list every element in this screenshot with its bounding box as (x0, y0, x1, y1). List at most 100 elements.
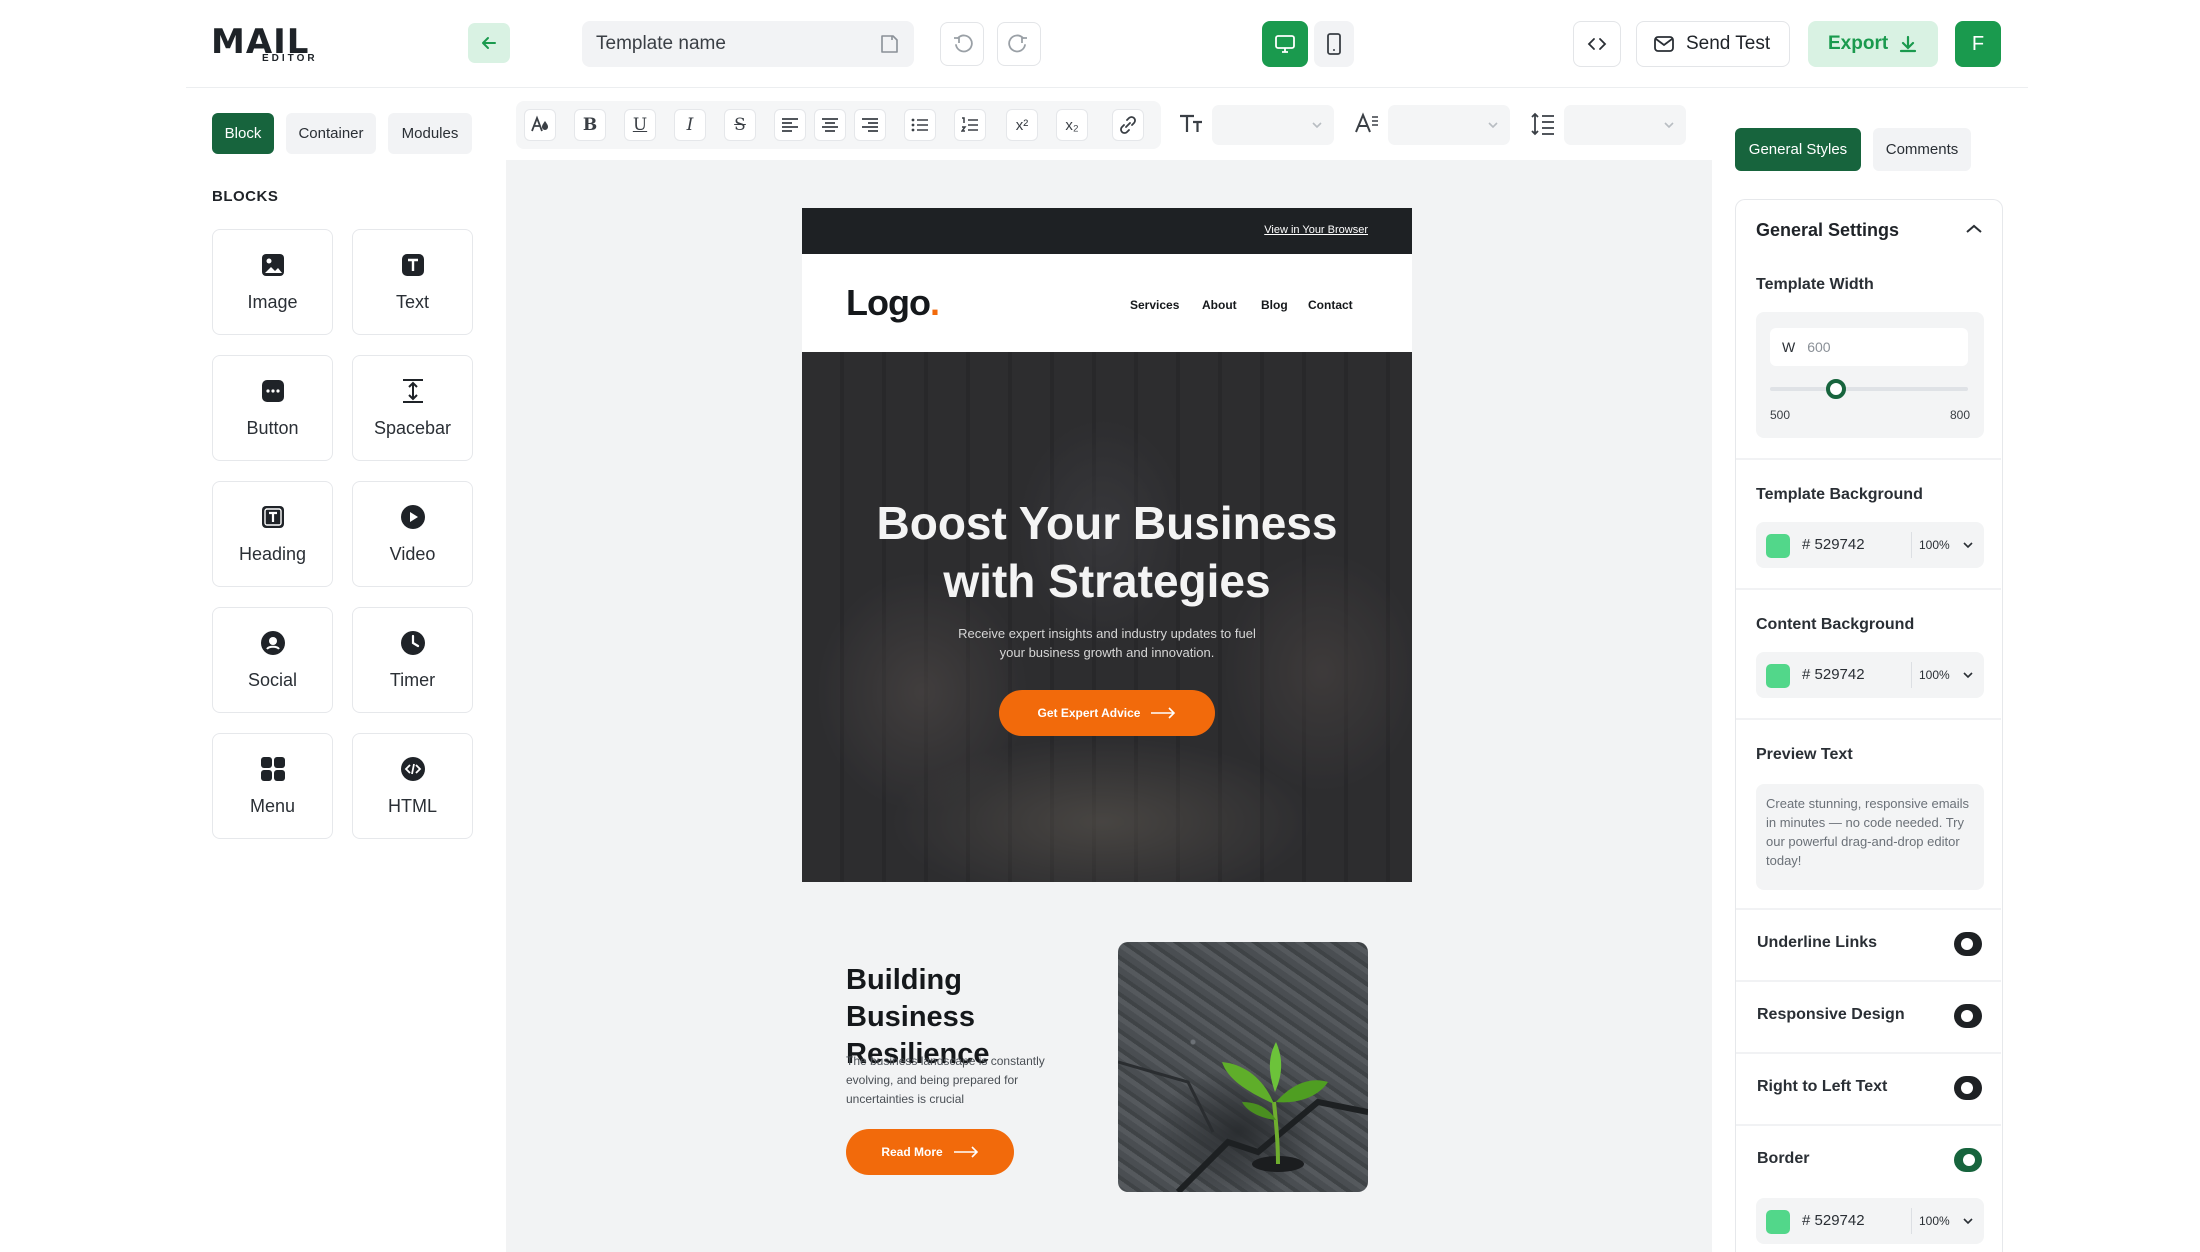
block-video[interactable]: Video (352, 481, 473, 587)
align-right-button[interactable] (854, 109, 886, 141)
email-preview[interactable]: View in Your Browser Logo. Services Abou… (802, 208, 1412, 1252)
underline-button[interactable]: U (624, 109, 656, 141)
chevron-down-icon[interactable] (1962, 1216, 1974, 1226)
align-left-icon (782, 118, 798, 132)
app-logo: MAIL EDITOR (211, 25, 323, 64)
back-button[interactable] (468, 23, 510, 63)
block-heading[interactable]: Heading (212, 481, 333, 587)
italic-button[interactable]: I (674, 109, 706, 141)
template-name-input[interactable] (596, 21, 866, 67)
block-social[interactable]: Social (212, 607, 333, 713)
code-view-button[interactable] (1573, 21, 1621, 67)
border-toggle[interactable] (1954, 1148, 1982, 1172)
hero-title-line2: with Strategies (943, 555, 1271, 607)
width-slider-knob[interactable] (1826, 379, 1846, 399)
align-center-button[interactable] (814, 109, 846, 141)
hero-title-line1: Boost Your Business (876, 497, 1338, 549)
template-background-color-picker[interactable]: # 529742 100% (1756, 522, 1984, 568)
desktop-view-button[interactable] (1262, 21, 1308, 67)
block-label: Video (389, 544, 436, 564)
width-slider[interactable] (1770, 379, 1968, 399)
block-text[interactable]: Text (352, 229, 473, 335)
align-left-button[interactable] (774, 109, 806, 141)
block-html[interactable]: HTML (352, 733, 473, 839)
user-avatar[interactable]: F (1955, 21, 2001, 67)
right-to-left-toggle[interactable] (1954, 1076, 1982, 1100)
preview-text-field[interactable]: Create stunning, responsive emails in mi… (1756, 784, 1984, 890)
width-input[interactable]: W 600 (1770, 328, 1968, 366)
email-nav-services[interactable]: Services (1130, 298, 1179, 312)
content-background-label: Content Background (1756, 616, 1915, 633)
color-swatch[interactable] (1766, 664, 1790, 688)
heading-icon (261, 506, 284, 528)
block-spacebar[interactable]: Spacebar (352, 355, 473, 461)
border-row: Border (1736, 1126, 2001, 1196)
tab-comments[interactable]: Comments (1873, 128, 1971, 171)
video-icon (400, 505, 425, 529)
hero-title: Boost Your Business with Strategies (802, 494, 1412, 610)
hero-cta-button[interactable]: Get Expert Advice (999, 690, 1215, 736)
color-swatch[interactable] (1766, 534, 1790, 558)
font-size-select[interactable] (1212, 105, 1334, 145)
tab-modules[interactable]: Modules (388, 113, 472, 154)
save-icon[interactable] (878, 33, 900, 55)
mail-icon (1654, 36, 1674, 52)
color-hex-value: # 529742 (1802, 666, 1865, 683)
strikethrough-button[interactable]: S (724, 109, 756, 141)
subscript-button[interactable]: x₂ (1056, 109, 1088, 141)
line-height-select[interactable] (1564, 105, 1686, 145)
border-color-picker[interactable]: # 529742 100% (1756, 1198, 1984, 1244)
slider-min-label: 500 (1770, 408, 1791, 422)
arrow-right-icon (1151, 707, 1176, 719)
align-center-icon (822, 118, 838, 132)
bold-button[interactable]: B (574, 109, 606, 141)
export-button[interactable]: Export (1808, 21, 1938, 67)
numbered-list-button[interactable] (954, 109, 986, 141)
panel-title: General Settings (1756, 220, 1900, 240)
divider (1911, 532, 1912, 558)
block-image[interactable]: Image (212, 229, 333, 335)
responsive-design-toggle[interactable] (1954, 1004, 1982, 1028)
blocks-section-title: BLOCKS (212, 188, 279, 205)
redo-button[interactable] (997, 22, 1041, 66)
text-icon (401, 254, 424, 276)
view-in-browser-link[interactable]: View in Your Browser (1264, 224, 1368, 236)
block-menu[interactable]: Menu (212, 733, 333, 839)
email-content-section: Building Business Resilience The busines… (802, 882, 1412, 1252)
block-label: Spacebar (373, 418, 452, 438)
template-background-label: Template Background (1756, 486, 1923, 503)
line-height-icon (1531, 112, 1554, 136)
font-family-select[interactable] (1388, 105, 1510, 145)
block-label: Social (247, 670, 298, 690)
tab-block[interactable]: Block (212, 113, 274, 154)
template-name-field[interactable] (582, 21, 914, 67)
block-button[interactable]: Button (212, 355, 333, 461)
tab-general-styles[interactable]: General Styles (1735, 128, 1861, 171)
chevron-down-icon[interactable] (1962, 540, 1974, 550)
email-logo-text: Logo (846, 282, 931, 323)
opacity-value: 100% (1919, 538, 1950, 552)
mobile-view-button[interactable] (1314, 21, 1354, 67)
read-more-button[interactable]: Read More (846, 1129, 1014, 1175)
email-nav-contact[interactable]: Contact (1308, 298, 1353, 312)
color-swatch[interactable] (1766, 1210, 1790, 1234)
right-to-left-row: Right to Left Text (1736, 1054, 2001, 1124)
link-button[interactable] (1112, 109, 1144, 141)
email-nav-blog[interactable]: Blog (1261, 298, 1288, 312)
color-hex-value: # 529742 (1802, 1212, 1865, 1229)
code-icon (1587, 38, 1607, 50)
text-color-button[interactable] (524, 109, 556, 141)
chevron-up-icon[interactable] (1964, 222, 1984, 236)
content-background-color-picker[interactable]: # 529742 100% (1756, 652, 1984, 698)
superscript-button[interactable]: x² (1006, 109, 1038, 141)
sprout-image (1118, 1042, 1368, 1192)
block-timer[interactable]: Timer (352, 607, 473, 713)
chevron-down-icon[interactable] (1962, 670, 1974, 680)
align-right-icon (862, 118, 878, 132)
tab-container[interactable]: Container (286, 113, 376, 154)
bullet-list-button[interactable] (904, 109, 936, 141)
email-nav-about[interactable]: About (1202, 298, 1237, 312)
undo-button[interactable] (940, 22, 984, 66)
underline-links-toggle[interactable] (1954, 932, 1982, 956)
send-test-button[interactable]: Send Test (1636, 21, 1790, 67)
